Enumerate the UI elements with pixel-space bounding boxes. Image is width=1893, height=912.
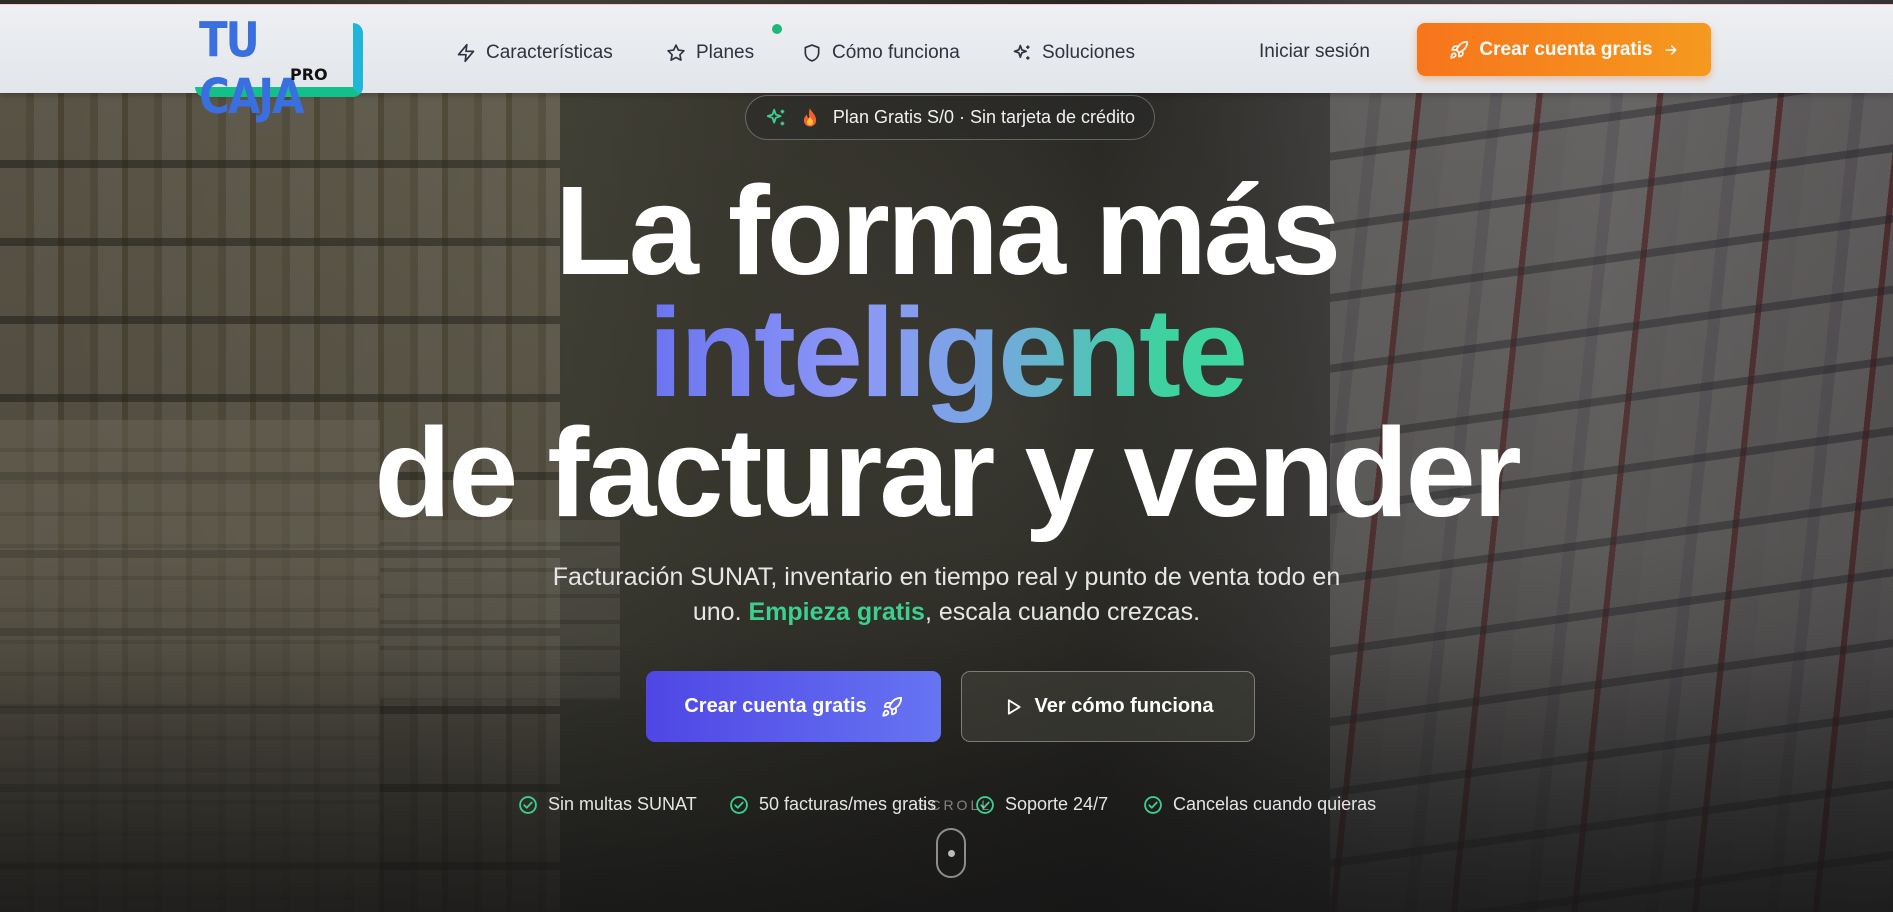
sparkles-icon	[766, 108, 785, 125]
zap-icon	[457, 43, 475, 63]
benefit-item: Cancelas cuando quieras	[1143, 794, 1376, 815]
nav-item-caracteristicas[interactable]: Características	[456, 41, 613, 65]
login-link[interactable]: Iniciar sesión	[1259, 41, 1370, 63]
nav-item-label: Características	[486, 42, 613, 63]
rocket-icon	[1450, 40, 1469, 59]
shield-icon	[804, 44, 820, 62]
sparkles-icon	[1013, 44, 1030, 60]
hero-title-line-3: de facturar y vender	[374, 402, 1522, 543]
promo-badge-text: Plan Gratis S/0 · Sin tarjeta de crédito	[832, 107, 1136, 127]
check-circle-icon	[730, 795, 748, 814]
nav-item-soluciones[interactable]: Soluciones	[1012, 41, 1135, 65]
rocket-icon	[882, 696, 902, 717]
scroll-mouse-icon[interactable]	[936, 828, 966, 878]
subtitle-text-end: , escala cuando crezcas.	[924, 598, 1201, 626]
navbar: TU CAJA PRO Características Planes Cómo …	[0, 4, 1893, 124]
create-account-button[interactable]: Crear cuenta gratis	[646, 671, 941, 742]
benefit-label: Cancelas cuando quieras	[1173, 794, 1377, 814]
nav-item-label: Cómo funciona	[832, 42, 960, 63]
nav-item-como-funciona[interactable]: Cómo funciona	[802, 41, 960, 65]
create-account-button-label: Crear cuenta gratis	[684, 695, 867, 717]
scroll-mouse-dot	[948, 850, 955, 857]
hero-subtitle-line-1: Facturación SUNAT, inventario en tiempo …	[552, 563, 1341, 591]
hero-title-line-1: La forma más	[554, 160, 1341, 301]
benefit-item: 50 facturas/mes gratis	[729, 794, 936, 815]
subtitle-text: uno.	[692, 598, 742, 626]
nav-item-label: Planes	[696, 42, 755, 63]
benefit-item: Soporte 24/7	[975, 794, 1108, 815]
fire-icon	[803, 107, 817, 127]
promo-badge: Plan Gratis S/0 · Sin tarjeta de crédito	[745, 95, 1155, 140]
hero-subtitle-line-2: uno. Empieza gratis, escala cuando crezc…	[500, 595, 1393, 630]
create-account-label: Crear cuenta gratis	[1479, 38, 1653, 60]
logo-main-text: TU CAJA	[199, 11, 304, 125]
nav-item-label: Soluciones	[1042, 42, 1135, 63]
how-it-works-button-label: Ver cómo funciona	[1034, 695, 1214, 717]
benefit-item: Sin multas SUNAT	[518, 794, 697, 815]
star-icon	[667, 44, 685, 61]
play-icon	[1007, 698, 1021, 715]
create-account-button-top[interactable]: Crear cuenta gratis	[1417, 23, 1711, 76]
check-circle-icon	[519, 795, 537, 814]
benefit-label: Sin multas SUNAT	[548, 794, 697, 814]
scroll-label: SCROLL	[918, 797, 993, 813]
check-circle-icon	[1144, 795, 1162, 814]
nav-item-planes[interactable]: Planes	[666, 41, 754, 65]
active-indicator-dot	[772, 24, 782, 34]
arrow-right-icon	[1665, 44, 1676, 55]
benefit-label: 50 facturas/mes gratis	[759, 794, 937, 814]
logo[interactable]: TU CAJA PRO	[195, 12, 365, 124]
subtitle-highlight: Empieza gratis	[748, 598, 925, 626]
logo-sub-text: PRO	[290, 65, 328, 84]
how-it-works-button[interactable]: Ver cómo funciona	[961, 671, 1255, 742]
hero-title-highlight-line: inteligente	[0, 290, 1893, 416]
benefit-label: Soporte 24/7	[1005, 794, 1109, 814]
